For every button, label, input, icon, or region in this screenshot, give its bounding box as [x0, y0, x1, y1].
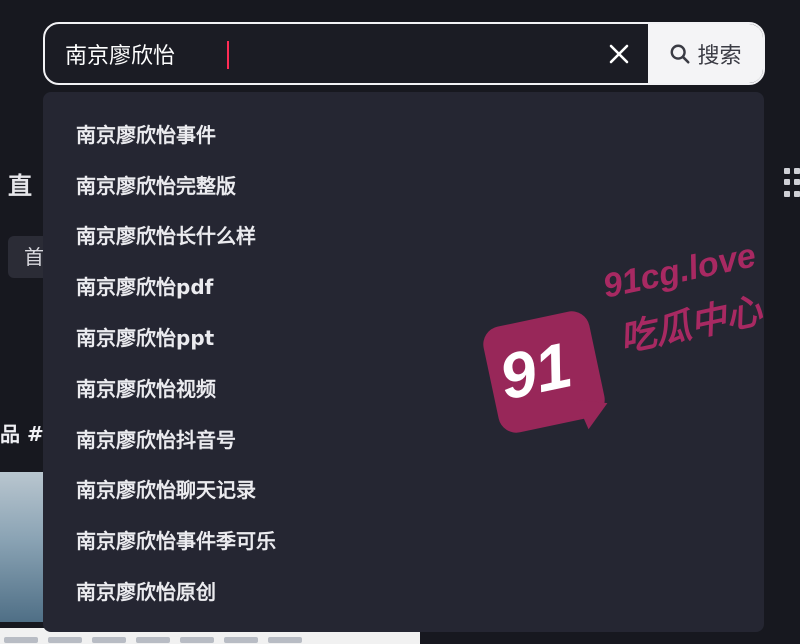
clear-button[interactable] [601, 36, 637, 72]
suggestion-item[interactable]: 南京廖欣怡视频 [43, 362, 764, 413]
search-input[interactable] [45, 24, 605, 83]
suggestion-item[interactable]: 南京廖欣怡抖音号 [43, 413, 764, 464]
suggestion-item[interactable]: 南京廖欣怡事件季可乐 [43, 514, 764, 565]
suggestion-item[interactable]: 南京廖欣怡原创 [43, 565, 764, 616]
suggestion-item[interactable]: 南京廖欣怡完整版 [43, 159, 764, 210]
search-icon [671, 44, 691, 64]
page: 直 首 品 #网 搜索 南京廖欣怡事件 南京廖欣怡完整版 南京廖欣怡长什么样 南… [0, 0, 800, 644]
text-caret [227, 41, 229, 69]
background-tab-text[interactable]: 直 [8, 166, 32, 201]
search-button-label: 搜索 [697, 43, 742, 69]
close-icon [609, 44, 629, 64]
suggestion-item[interactable]: 南京廖欣怡聊天记录 [43, 464, 764, 515]
watermark-number: 91 [493, 328, 578, 414]
video-thumbnail[interactable] [0, 472, 46, 622]
grid-menu-icon[interactable] [784, 168, 800, 198]
search-button[interactable]: 搜索 [648, 24, 763, 83]
search-bar: 搜索 [43, 22, 765, 85]
suggestion-item[interactable]: 南京廖欣怡事件 [43, 108, 764, 159]
search-suggestions-dropdown: 南京廖欣怡事件 南京廖欣怡完整版 南京廖欣怡长什么样 南京廖欣怡pdf 南京廖欣… [43, 92, 764, 632]
suggestion-item[interactable]: 南京廖欣怡长什么样 [43, 210, 764, 261]
